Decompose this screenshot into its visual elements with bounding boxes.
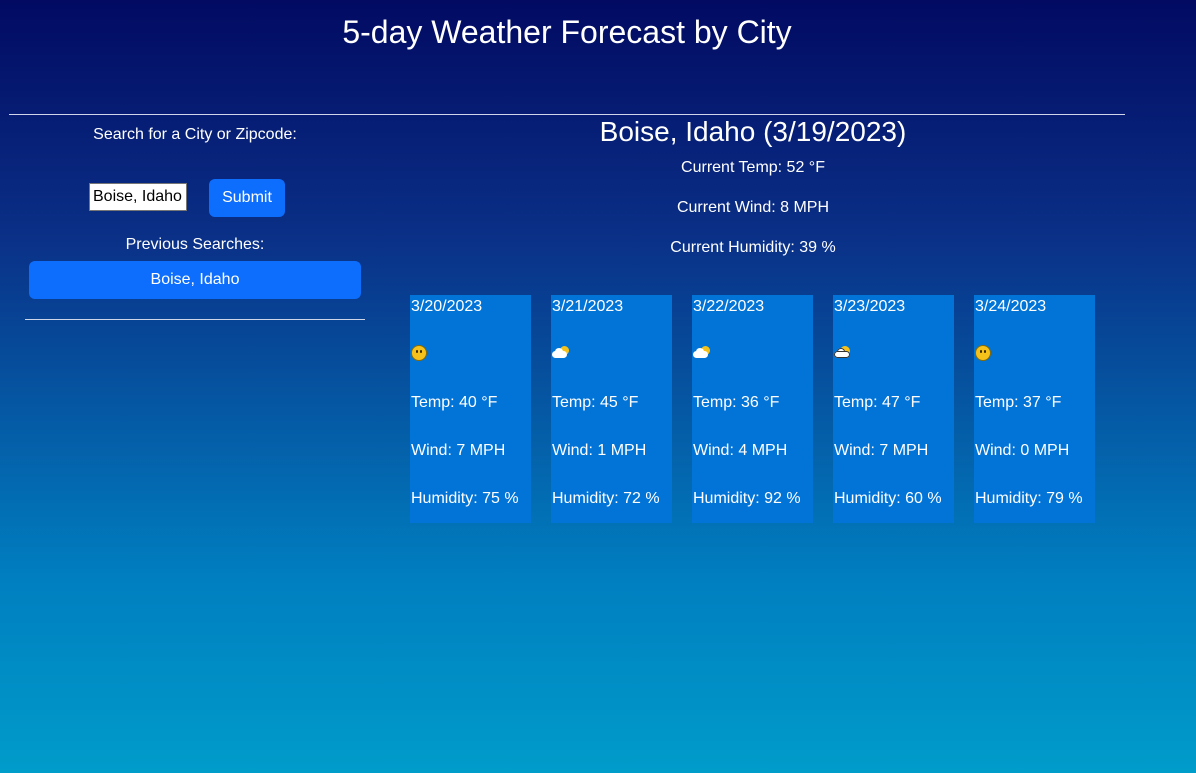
page-title: 5-day Weather Forecast by City	[342, 14, 792, 50]
current-weather: Boise, Idaho (3/19/2023) Current Temp: 5…	[380, 116, 1126, 278]
forecast-temp: Temp: 45 °F	[552, 394, 639, 411]
forecast-humidity: Humidity: 60 %	[834, 490, 942, 507]
previous-searches-label: Previous Searches:	[125, 236, 265, 253]
header-divider	[9, 114, 1125, 115]
forecast-temp: Temp: 36 °F	[693, 394, 780, 411]
forecast-humidity: Humidity: 92 %	[693, 490, 801, 507]
smiling-face-icon	[411, 345, 427, 361]
history-item-boise-idaho[interactable]: Boise, Idaho	[29, 261, 361, 299]
forecast-humidity: Humidity: 75 %	[411, 490, 519, 507]
current-wind: Current Wind: 8 MPH	[676, 199, 830, 216]
forecast-date: 3/24/2023	[975, 298, 1047, 315]
forecast-humidity: Humidity: 79 %	[975, 490, 1083, 507]
forecast-card: 3/22/2023 Temp: 36 °F Wind: 4 MPH Humidi…	[692, 295, 813, 523]
forecast-temp: Temp: 47 °F	[834, 394, 921, 411]
sun-behind-large-cloud-icon	[834, 346, 852, 358]
forecast-date: 3/22/2023	[693, 298, 765, 315]
current-humidity: Current Humidity: 39 %	[670, 239, 836, 256]
forecast-date: 3/23/2023	[834, 298, 906, 315]
forecast-card: 3/21/2023 Temp: 45 °F Wind: 1 MPH Humidi…	[551, 295, 672, 523]
search-input[interactable]	[89, 183, 187, 211]
current-city-heading: Boise, Idaho (3/19/2023)	[599, 116, 907, 147]
forecast-temp: Temp: 40 °F	[411, 394, 498, 411]
forecast-card: 3/20/2023 Temp: 40 °F Wind: 7 MPH Humidi…	[410, 295, 531, 523]
forecast-wind: Wind: 7 MPH	[834, 442, 929, 459]
forecast-date: 3/21/2023	[552, 298, 624, 315]
forecast-wind: Wind: 4 MPH	[693, 442, 788, 459]
forecast-wind: Wind: 0 MPH	[975, 442, 1070, 459]
sun-behind-cloud-icon	[552, 346, 570, 358]
forecast-date: 3/20/2023	[411, 298, 483, 315]
forecast-wind: Wind: 7 MPH	[411, 442, 506, 459]
submit-button[interactable]: Submit	[209, 179, 285, 217]
search-label: Search for a City or Zipcode:	[93, 126, 297, 143]
forecast-card: 3/23/2023 Temp: 47 °F Wind: 7 MPH Humidi…	[833, 295, 954, 523]
forecast-humidity: Humidity: 72 %	[552, 490, 660, 507]
sidebar-divider	[25, 319, 365, 320]
previous-searches-list: Boise, Idaho	[29, 261, 361, 299]
forecast-temp: Temp: 37 °F	[975, 394, 1062, 411]
forecast-card: 3/24/2023 Temp: 37 °F Wind: 0 MPH Humidi…	[974, 295, 1095, 523]
smiling-face-icon	[975, 345, 991, 361]
current-temp: Current Temp: 52 °F	[681, 159, 825, 176]
forecast-wind: Wind: 1 MPH	[552, 442, 647, 459]
search-sidebar: Search for a City or Zipcode: Submit Pre…	[25, 124, 365, 320]
sun-behind-cloud-icon	[693, 346, 711, 358]
